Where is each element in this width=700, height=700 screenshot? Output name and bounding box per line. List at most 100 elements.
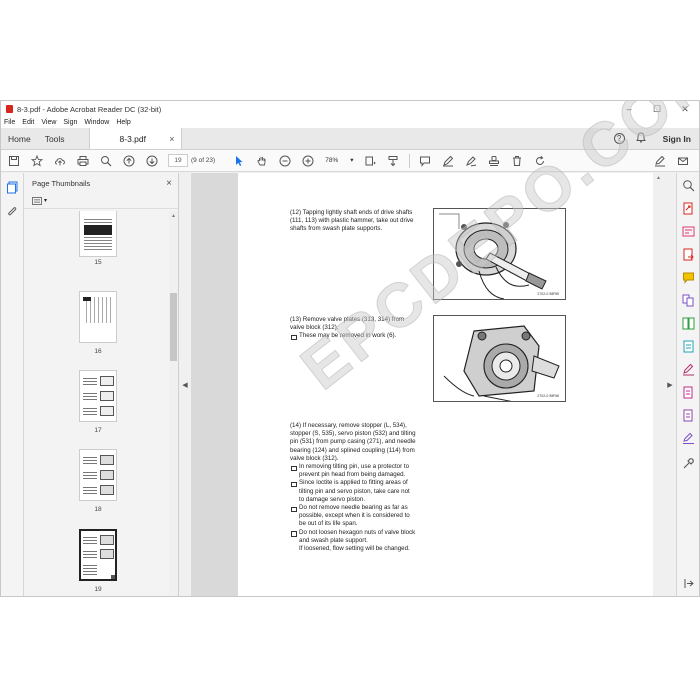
figure-valve-plate: 2702-0 98Fit6: [433, 315, 566, 402]
figure-caption: 2702-0 98Fit6: [537, 394, 559, 398]
create-pdf-icon[interactable]: [682, 202, 695, 215]
comment-tool-icon[interactable]: [682, 271, 695, 284]
save-icon[interactable]: [7, 154, 21, 168]
edit-pdf-icon[interactable]: [682, 225, 695, 238]
page-count-label: (9 of 23): [191, 157, 216, 164]
collapse-tools-pane-icon[interactable]: [682, 577, 695, 590]
menu-file[interactable]: File: [4, 119, 15, 126]
stamp-icon[interactable]: [487, 154, 501, 168]
minimize-button[interactable]: –: [615, 104, 643, 115]
acrobat-icon: [6, 105, 13, 113]
tab-tools[interactable]: Tools: [38, 128, 72, 149]
comment-icon[interactable]: [418, 154, 432, 168]
close-panel-button[interactable]: ×: [166, 178, 172, 189]
toolbar-divider: [408, 153, 410, 168]
thumbnail-page-19[interactable]: [79, 529, 117, 581]
next-page-icon[interactable]: [145, 154, 159, 168]
thumbnail-page-17[interactable]: [79, 370, 117, 422]
thumbnail-label: 19: [94, 586, 102, 593]
zoom-value: 78%: [325, 156, 339, 164]
step-13-note: These may be removed in work (6).: [290, 332, 416, 341]
combine-files-icon[interactable]: [682, 294, 695, 307]
menu-help[interactable]: Help: [116, 119, 130, 126]
print-icon[interactable]: [76, 154, 90, 168]
panel-title: Page Thumbnails: [32, 178, 91, 188]
attachment-icon[interactable]: [6, 206, 19, 222]
step-14-note-2: Since loctite is applied to fitting area…: [290, 479, 416, 504]
delete-trash-icon[interactable]: [510, 154, 524, 168]
step-12-text: (12) Tapping lightly shaft ends of drive…: [290, 209, 414, 233]
toolbar: 19 (9 of 23) 78% ▾: [1, 150, 699, 172]
thumbnail-label: 17: [94, 427, 102, 434]
menu-window[interactable]: Window: [84, 119, 109, 126]
thumbnail-label: 18: [94, 506, 102, 513]
organize-pages-icon[interactable]: [682, 317, 695, 330]
highlight-pen-icon[interactable]: [441, 154, 455, 168]
thumbnail-options-button[interactable]: ▾: [32, 195, 50, 206]
page-thumbnails-icon[interactable]: [6, 181, 19, 197]
step-13-text: (13) Remove valve plates (313, 314) from…: [290, 316, 405, 332]
upload-cloud-icon[interactable]: [53, 154, 67, 168]
menu-view[interactable]: View: [41, 119, 56, 126]
request-signature-icon[interactable]: [682, 432, 695, 445]
left-navigation-rail: [1, 173, 24, 596]
protect-icon[interactable]: [682, 409, 695, 422]
previous-page-icon[interactable]: [122, 154, 136, 168]
fill-sign-icon[interactable]: [682, 363, 695, 376]
chevron-down-icon: ▾: [44, 198, 48, 204]
search-icon[interactable]: [99, 154, 113, 168]
sign-pen-icon[interactable]: [653, 154, 667, 168]
search-icon[interactable]: [682, 179, 695, 192]
title-bar: 8-3.pdf - Adobe Acrobat Reader DC (32-bi…: [1, 101, 699, 117]
close-tab-button[interactable]: ×: [169, 134, 174, 144]
zoom-out-icon[interactable]: [278, 154, 292, 168]
menu-edit[interactable]: Edit: [22, 119, 34, 126]
page-thumbnails-panel: Page Thumbnails × ▾ 15 16 17 18 19 ▲: [24, 173, 179, 596]
select-cursor-icon[interactable]: [232, 154, 246, 168]
scan-ocr-icon[interactable]: [682, 340, 695, 353]
scroll-mode-icon[interactable]: [386, 154, 400, 168]
hand-tool-icon[interactable]: [255, 154, 269, 168]
page-fit-icon[interactable]: [363, 154, 377, 168]
more-tools-icon[interactable]: [682, 457, 695, 470]
rotate-icon[interactable]: [533, 154, 547, 168]
step-14-text: (14) If necessary, remove stopper (L, 53…: [290, 422, 416, 462]
expand-right-panel-arrow[interactable]: ▶: [664, 173, 676, 596]
thumbnail-page-15[interactable]: [79, 211, 117, 257]
thumbnail-page-16[interactable]: [79, 291, 117, 343]
send-for-review-icon[interactable]: [682, 386, 695, 399]
document-page: (12) Tapping lightly shaft ends of drive…: [238, 101, 699, 596]
menu-sign[interactable]: Sign: [63, 119, 77, 126]
thumbnail-page-18[interactable]: [79, 449, 117, 501]
tab-document[interactable]: 8-3.pdf ×: [88, 128, 182, 149]
menu-bar: File Edit View Sign Window Help: [1, 117, 699, 128]
export-pdf-icon[interactable]: [682, 248, 695, 261]
figure-caption: 2702-0 98Fit5: [537, 292, 559, 296]
tab-bar: Home Tools 8-3.pdf × ? Sign In: [1, 128, 699, 150]
step-14-note-4: Do not loosen hexagon nuts of valve bloc…: [290, 529, 416, 554]
zoom-in-icon[interactable]: [301, 154, 315, 168]
step-14-note-3: Do not remove needle bearing as far as p…: [290, 504, 416, 529]
scroll-up-arrow[interactable]: ▲: [653, 173, 664, 183]
bell-icon[interactable]: [635, 132, 646, 145]
document-scrollbar[interactable]: ▲: [653, 173, 664, 596]
acrobat-window: 8-3.pdf - Adobe Acrobat Reader DC (32-bi…: [0, 100, 700, 597]
tab-home[interactable]: Home: [1, 128, 38, 149]
close-window-button[interactable]: ✕: [671, 104, 699, 115]
share-email-icon[interactable]: [676, 154, 690, 168]
help-icon[interactable]: ?: [613, 133, 625, 144]
thumbnail-label: 16: [94, 348, 102, 355]
page-number-input[interactable]: 19: [168, 154, 188, 167]
thumbnail-scroll-thumb[interactable]: [170, 293, 177, 361]
collapse-left-panel-arrow[interactable]: ◀: [179, 173, 191, 596]
thumbnail-label: 15: [94, 259, 102, 266]
scroll-up-arrow[interactable]: ▲: [169, 211, 178, 221]
window-title: 8-3.pdf - Adobe Acrobat Reader DC (32-bi…: [17, 104, 162, 114]
maximize-button[interactable]: ☐: [643, 104, 671, 115]
thumbnail-scrollbar[interactable]: ▲: [169, 211, 178, 596]
bookmark-star-icon[interactable]: [30, 154, 44, 168]
step-14-block: (14) If necessary, remove stopper (L, 53…: [290, 422, 416, 553]
draw-pen-icon[interactable]: [464, 154, 478, 168]
zoom-select[interactable]: 78% ▾: [325, 156, 353, 165]
sign-in-button[interactable]: Sign In: [663, 134, 691, 144]
